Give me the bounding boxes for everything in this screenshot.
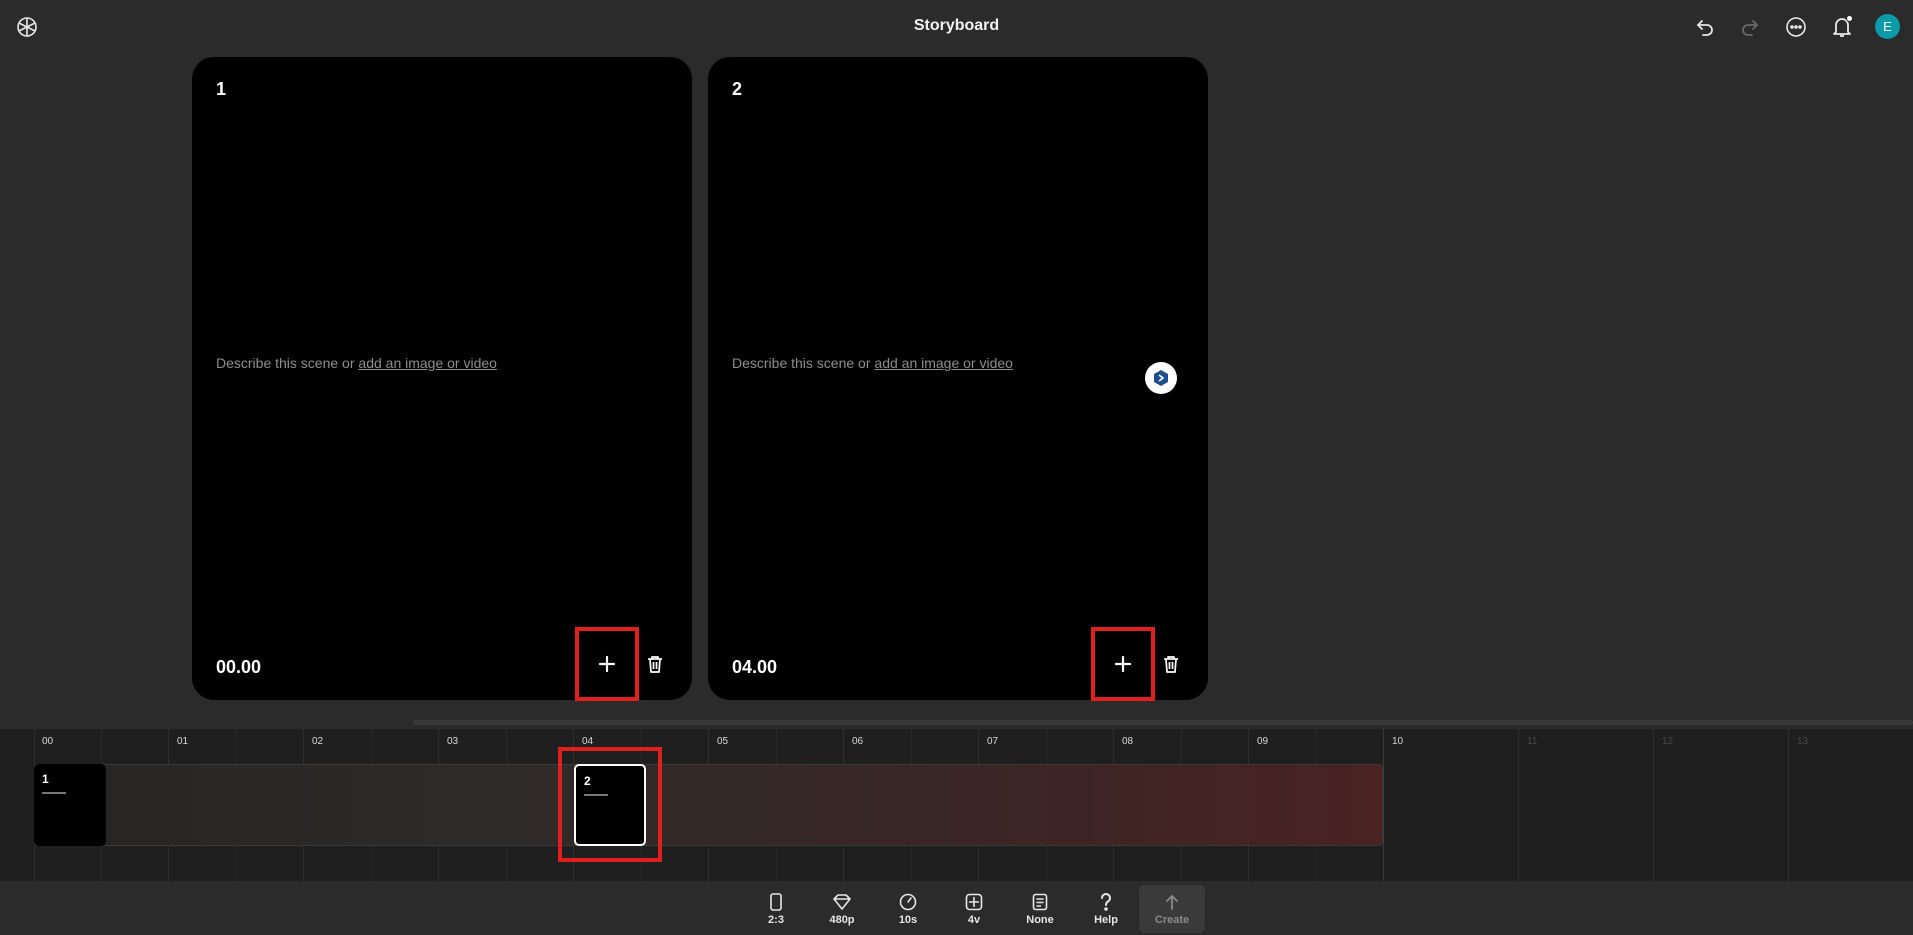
tool-label: 4v xyxy=(967,913,981,926)
scene-number: 1 xyxy=(216,79,227,99)
question-icon xyxy=(1101,892,1111,911)
tool-label: 2:3 xyxy=(768,913,784,926)
timeline-clip-1[interactable]: 1 xyxy=(34,764,106,846)
scene-prompt[interactable]: Describe this scene or add an image or v… xyxy=(216,355,497,371)
tool-label: Help xyxy=(1094,913,1118,926)
tick-line xyxy=(1518,729,1519,881)
clip-label: 1 xyxy=(42,772,49,786)
scene-prompt-text: Describe this scene or xyxy=(216,355,359,371)
page-title: Storyboard xyxy=(913,17,1000,34)
aspect-ratio-button[interactable]: 2:3 xyxy=(743,885,809,933)
create-button[interactable]: Create xyxy=(1139,885,1205,933)
tick-label: 09 xyxy=(1257,736,1269,747)
tick-line xyxy=(1383,729,1384,881)
avatar[interactable]: E xyxy=(1875,14,1900,39)
tool-label: None xyxy=(1026,913,1054,926)
tool-label: Create xyxy=(1154,913,1190,926)
delete-scene-button[interactable] xyxy=(1160,652,1182,676)
scene-card-2[interactable]: 2 Describe this scene or add an image or… xyxy=(708,57,1208,701)
tick-label: 07 xyxy=(987,736,999,747)
clip-highlight xyxy=(558,747,662,862)
tick-label: 05 xyxy=(717,736,729,747)
preset-button[interactable]: None xyxy=(1007,885,1073,933)
tick-label: 03 xyxy=(447,736,459,747)
preset-icon xyxy=(1032,893,1048,910)
trash-icon xyxy=(1164,656,1178,673)
timeline-track[interactable] xyxy=(34,764,1383,846)
plus-icon xyxy=(1114,655,1132,673)
phone-icon xyxy=(770,892,782,911)
grid-icon xyxy=(965,893,983,910)
assistant-badge-icon[interactable] xyxy=(1145,362,1177,394)
tick-label: 13 xyxy=(1797,736,1809,747)
trash-icon xyxy=(648,656,662,673)
tick-line xyxy=(1653,729,1654,881)
redo-icon[interactable] xyxy=(1736,13,1764,41)
delete-scene-button[interactable] xyxy=(644,652,666,676)
tick-label: 04 xyxy=(582,736,594,747)
timeline[interactable]: 00 01 02 03 04 05 06 07 08 09 10 11 12 1… xyxy=(0,729,1913,881)
tick-label: 01 xyxy=(177,736,189,747)
tick-label: 12 xyxy=(1662,736,1674,747)
clip-dash xyxy=(42,792,66,794)
diamond-icon xyxy=(833,893,851,910)
tick-label: 06 xyxy=(852,736,864,747)
scene-time: 00.00 xyxy=(216,657,262,677)
add-scene-button[interactable] xyxy=(1091,627,1155,701)
add-media-link[interactable]: add an image or video xyxy=(874,355,1013,371)
variations-button[interactable]: 4v xyxy=(941,885,1007,933)
bottom-toolbar: 2:3 480p 10s 4v None Help Create xyxy=(743,885,1205,935)
tick-label: 02 xyxy=(312,736,324,747)
scene-prompt-text: Describe this scene or xyxy=(732,355,875,371)
help-button[interactable]: Help xyxy=(1073,885,1139,933)
more-icon[interactable] xyxy=(1782,13,1810,41)
scene-time: 04.00 xyxy=(732,657,778,677)
tick-label: 00 xyxy=(42,736,54,747)
add-scene-button[interactable] xyxy=(575,627,639,701)
tick-label: 11 xyxy=(1527,736,1538,747)
resolution-button[interactable]: 480p xyxy=(809,885,875,933)
scene-number: 2 xyxy=(732,79,743,99)
top-bar: Storyboard E xyxy=(0,0,1913,54)
scene-prompt[interactable]: Describe this scene or add an image or v… xyxy=(732,355,1013,371)
undo-icon[interactable] xyxy=(1691,13,1719,41)
bell-icon[interactable] xyxy=(1828,13,1856,41)
gauge-icon xyxy=(899,893,917,910)
horizontal-scrollbar[interactable] xyxy=(413,720,1913,725)
tick-line xyxy=(1788,729,1789,881)
arrow-up-icon xyxy=(1166,894,1178,910)
add-media-link[interactable]: add an image or video xyxy=(358,355,497,371)
notification-dot xyxy=(1846,15,1853,22)
plus-icon xyxy=(598,655,616,673)
tick-label: 10 xyxy=(1392,736,1404,747)
duration-button[interactable]: 10s xyxy=(875,885,941,933)
scene-card-1[interactable]: 1 Describe this scene or add an image or… xyxy=(192,57,692,701)
tick-label: 08 xyxy=(1122,736,1134,747)
tool-label: 10s xyxy=(898,913,918,926)
tool-label: 480p xyxy=(829,913,855,926)
